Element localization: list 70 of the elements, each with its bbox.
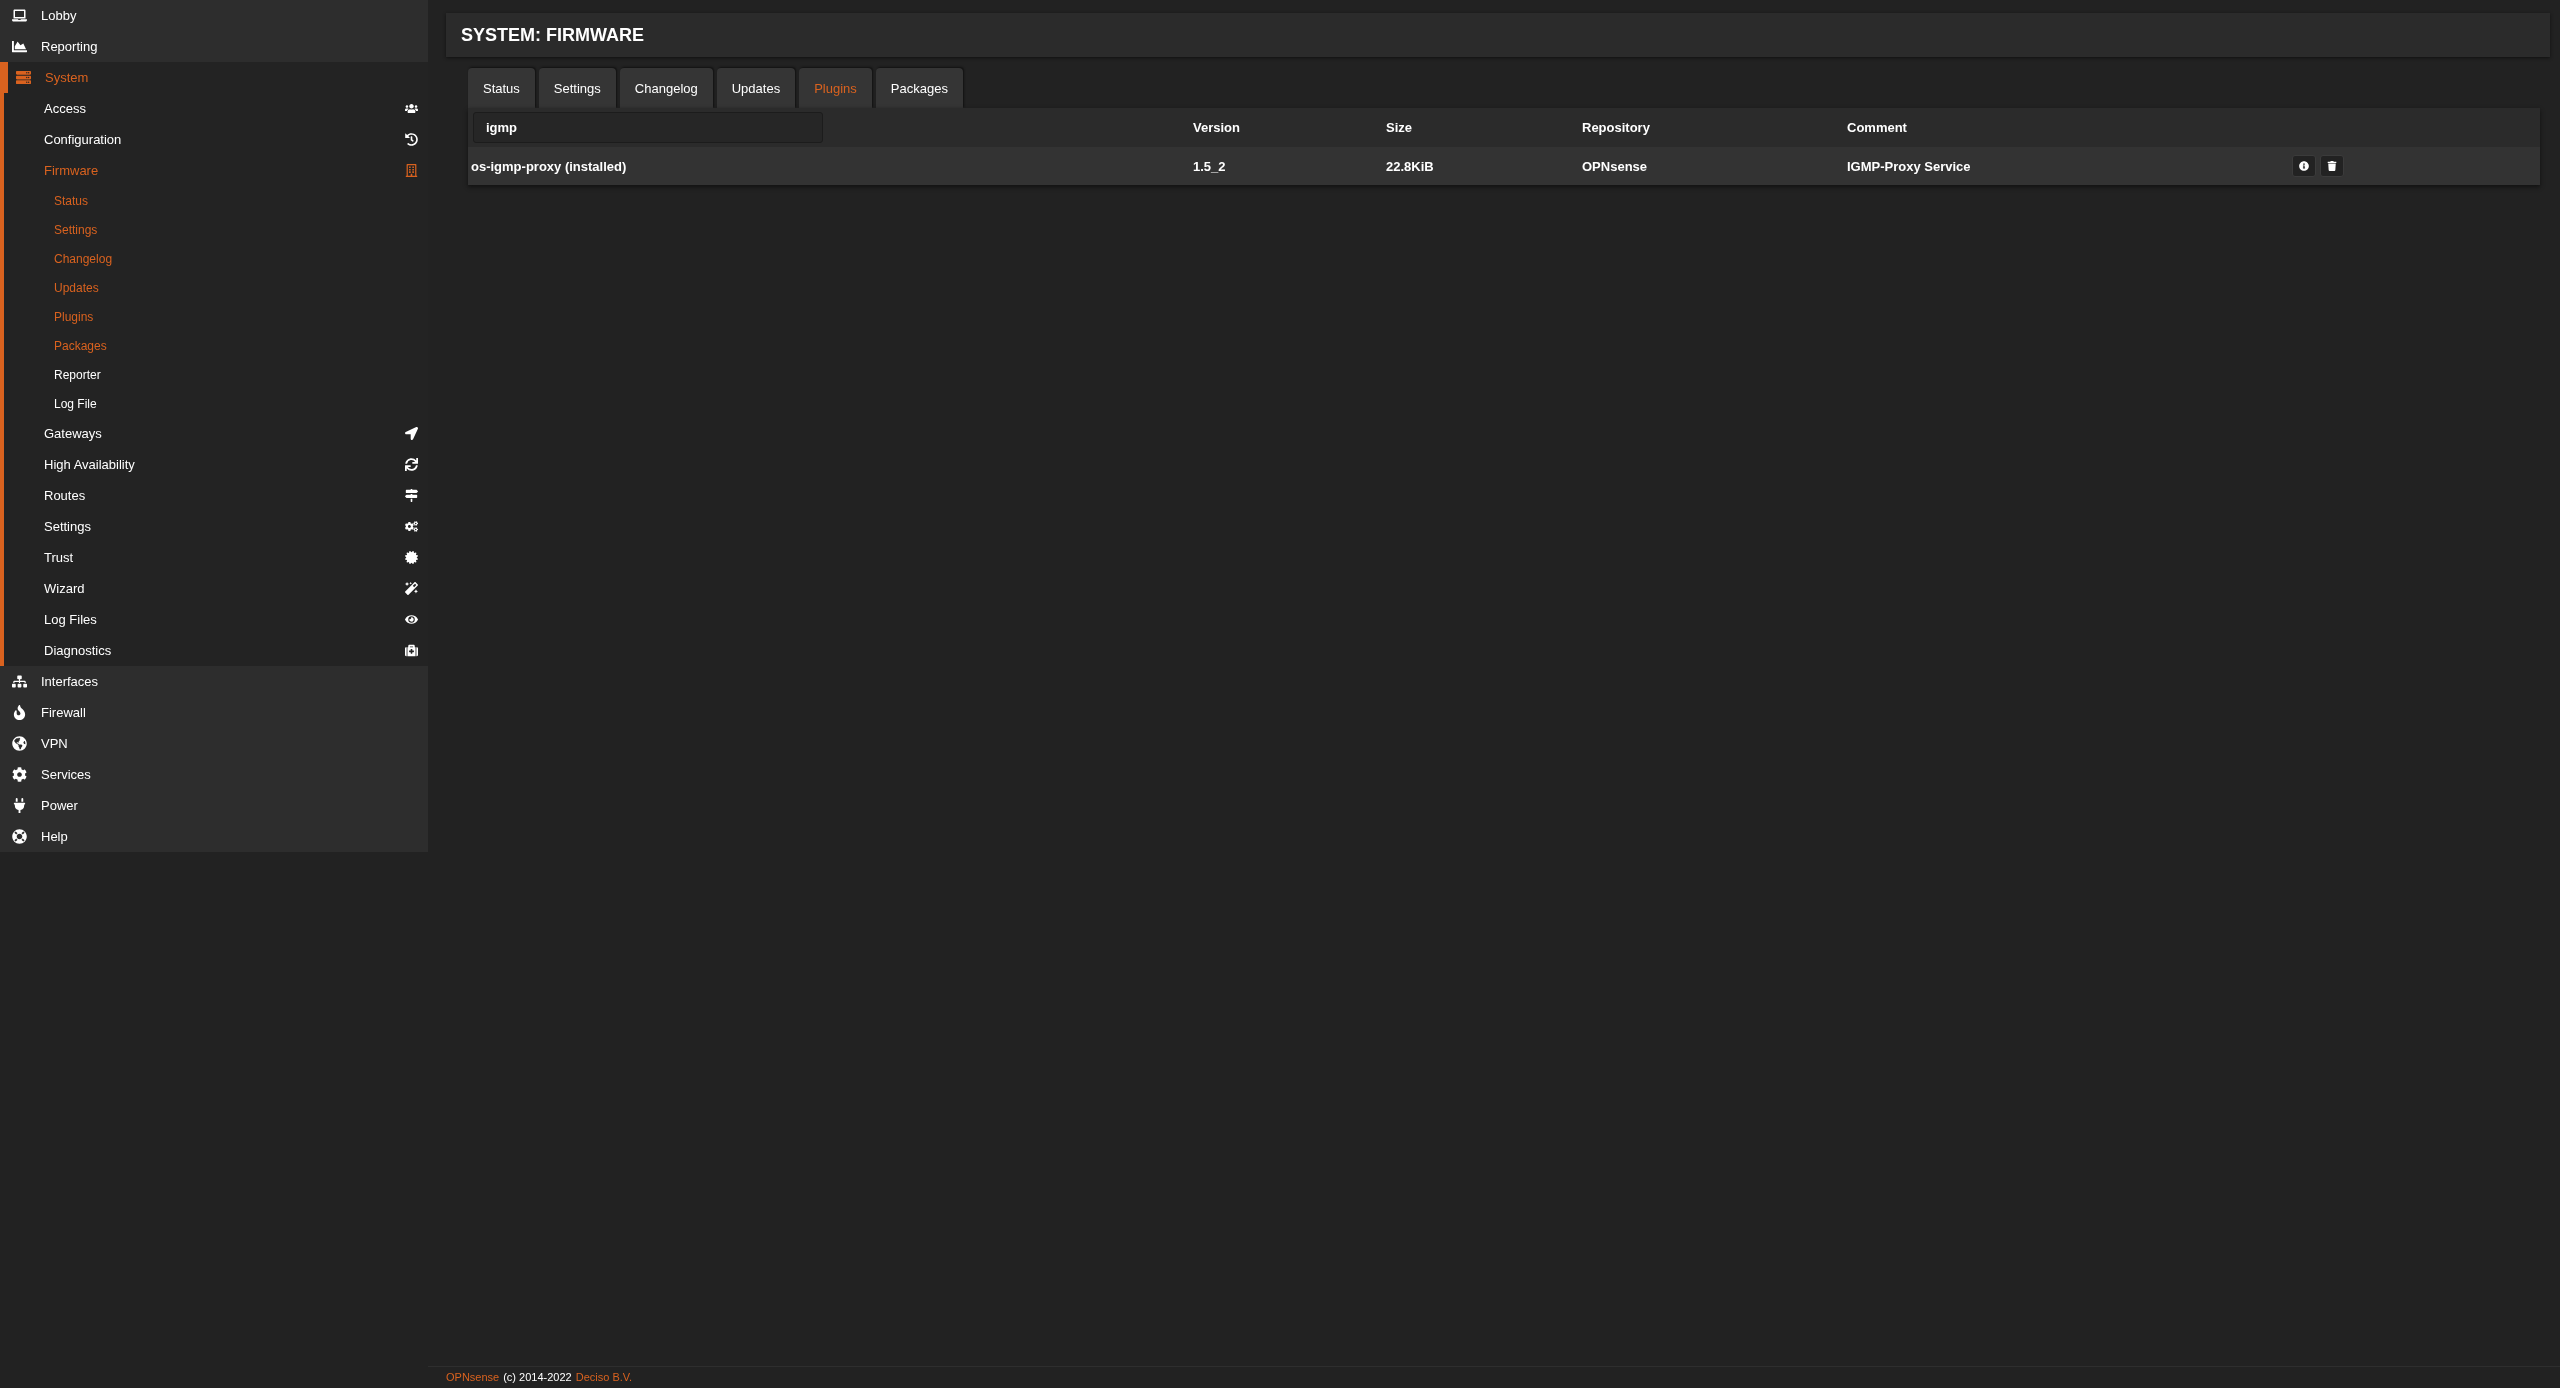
medkit-icon <box>405 644 418 657</box>
menu-item[interactable]: Interfaces <box>0 666 428 697</box>
menu-item[interactable]: Reporting <box>0 31 428 62</box>
area-chart-icon <box>12 39 27 54</box>
server-icon <box>16 70 31 85</box>
tab[interactable]: Updates <box>716 68 796 108</box>
menu-item[interactable]: Power <box>0 790 428 821</box>
settings-icon <box>12 767 27 782</box>
tab[interactable]: Status <box>468 68 535 108</box>
submenu-item[interactable]: Routes <box>4 480 428 511</box>
globe-icon <box>12 736 27 751</box>
location-arrow-icon <box>405 427 418 440</box>
gears-icon <box>405 520 418 533</box>
column-header: Size <box>1386 120 1413 135</box>
laptop-icon <box>12 8 27 23</box>
plug-icon <box>12 798 27 813</box>
history-icon <box>405 133 418 146</box>
submenu-item[interactable]: Status <box>4 186 428 215</box>
column-header: Comment <box>1847 120 1908 135</box>
table-cell-text: IGMP-Proxy Service <box>1847 158 1972 174</box>
column-header: Version <box>1193 120 1241 135</box>
table-cell-text: os-igmp-proxy (installed) <box>470 158 628 174</box>
brand-link[interactable]: OPNsense <box>446 1371 500 1383</box>
submenu-item[interactable]: Packages <box>4 331 428 360</box>
info-icon <box>2299 161 2309 171</box>
submenu-item[interactable]: Diagnostics <box>4 635 428 666</box>
magic-wand-icon <box>405 582 418 595</box>
menu-item[interactable]: Firewall <box>0 697 428 728</box>
page-title: SYSTEM: FIRMWARE <box>461 24 644 46</box>
submenu-item[interactable]: Settings <box>4 215 428 244</box>
submenu-item[interactable]: Changelog <box>4 244 428 273</box>
submenu-item[interactable]: Log Files <box>4 604 428 635</box>
menu-item[interactable]: Help <box>0 821 428 852</box>
copyright-text: (c) 2014-2022 <box>503 1371 572 1383</box>
company-link[interactable]: Deciso B.V. <box>575 1371 633 1383</box>
sitemap-icon <box>12 674 27 689</box>
certificate-icon <box>405 551 418 564</box>
submenu-item[interactable]: Plugins <box>4 302 428 331</box>
search-field[interactable]: igmp <box>473 112 823 143</box>
submenu-item[interactable]: Wizard <box>4 573 428 604</box>
signpost-icon <box>405 489 418 502</box>
menu-item[interactable]: VPN <box>0 728 428 759</box>
submenu-item[interactable]: Trust <box>4 542 428 573</box>
submenu-item[interactable]: Firmware <box>4 155 428 186</box>
submenu-item[interactable]: Gateways <box>4 418 428 449</box>
submenu-item[interactable]: Updates <box>4 273 428 302</box>
info-button[interactable] <box>2292 155 2316 177</box>
lifebuoy-icon <box>12 829 27 844</box>
submenu-item[interactable]: Log File <box>4 389 428 418</box>
table-cell-text: 1.5_2 <box>1193 158 1227 174</box>
table-cell-text: OPNsense <box>1582 158 1649 174</box>
table-cell-text: 22.8KiB <box>1386 158 1435 174</box>
menu-item[interactable]: Services <box>0 759 428 790</box>
trash-icon <box>2327 161 2337 171</box>
eye-icon <box>405 613 418 626</box>
menu-item[interactable]: Lobby <box>0 0 428 31</box>
tab[interactable]: Packages <box>875 68 963 108</box>
submenu-item[interactable]: Access <box>4 93 428 124</box>
building-icon <box>405 164 418 177</box>
submenu-item[interactable]: High Availability <box>4 449 428 480</box>
submenu-item[interactable]: Settings <box>4 511 428 542</box>
submenu-item[interactable]: Reporter <box>4 360 428 389</box>
delete-button[interactable] <box>2320 155 2344 177</box>
submenu-item[interactable]: Configuration <box>4 124 428 155</box>
column-header: Repository <box>1582 120 1651 135</box>
tab[interactable]: Changelog <box>619 68 713 108</box>
fire-icon <box>12 705 27 720</box>
sync-icon <box>405 458 418 471</box>
tab[interactable]: Settings <box>538 68 616 108</box>
users-icon <box>405 102 418 115</box>
